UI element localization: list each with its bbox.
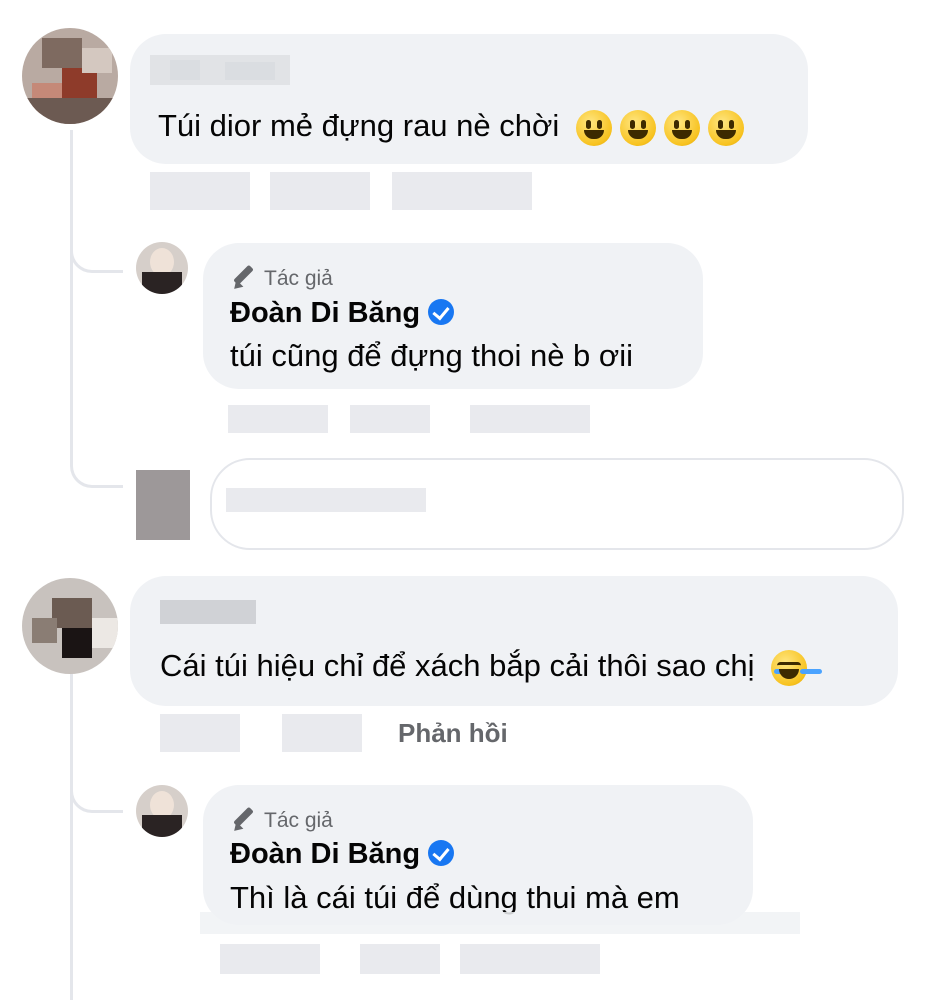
thread-line — [70, 640, 73, 1000]
commenter-avatar[interactable] — [22, 578, 118, 674]
thread-connector — [70, 775, 123, 813]
thread-connector — [70, 232, 123, 273]
reply-input-placeholder-blurred — [226, 488, 426, 512]
author-avatar[interactable] — [136, 242, 188, 294]
reply-button[interactable]: Phản hồi — [398, 718, 508, 749]
reply-action-blurred[interactable] — [360, 944, 440, 974]
reply-action-blurred[interactable] — [470, 405, 590, 433]
reply-input-avatar-blurred — [136, 470, 190, 540]
pen-icon — [230, 264, 256, 290]
author-badge: Tác giả — [230, 264, 333, 291]
author-badge-label: Tác giả — [264, 809, 333, 832]
reply-action-blurred[interactable] — [460, 944, 600, 974]
commenter-name-blurred[interactable] — [160, 600, 256, 624]
thread-connector — [70, 440, 123, 488]
author-badge-label: Tác giả — [264, 267, 333, 290]
reply-action-blurred[interactable] — [228, 405, 328, 433]
smiley-icon — [707, 109, 744, 146]
reply-action-blurred[interactable] — [220, 944, 320, 974]
author-badge: Tác giả — [230, 806, 333, 833]
comment-text: Cái túi hiệu chỉ để xách bắp cải thôi sa… — [160, 648, 808, 686]
reply-author-name[interactable]: Đoàn Di Băng — [230, 838, 455, 871]
comment-action-blurred[interactable] — [282, 714, 362, 752]
reply-action-blurred[interactable] — [350, 405, 430, 433]
comment-text-content: Túi dior mẻ đựng rau nè chời — [158, 108, 560, 143]
smiley-icon — [663, 109, 700, 146]
reply-author-name-text: Đoàn Di Băng — [230, 297, 421, 329]
thread-line — [70, 130, 73, 460]
smiley-icon — [619, 109, 656, 146]
reply-text: túi cũng để đựng thoi nè b ơii — [230, 338, 634, 373]
comment-action-blurred[interactable] — [270, 172, 370, 210]
commenter-name-blurred — [225, 62, 275, 80]
author-avatar[interactable] — [136, 785, 188, 837]
reply-author-name[interactable]: Đoàn Di Băng — [230, 297, 455, 330]
comment-action-blurred[interactable] — [160, 714, 240, 752]
comment-text-content: Cái túi hiệu chỉ để xách bắp cải thôi sa… — [160, 648, 755, 683]
commenter-avatar[interactable] — [22, 28, 118, 124]
verified-badge-icon — [428, 299, 455, 325]
comment-action-blurred[interactable] — [150, 172, 250, 210]
commenter-name-blurred — [170, 60, 200, 80]
smiley-icon — [575, 109, 612, 146]
comment-text: Túi dior mẻ đựng rau nè chời — [158, 108, 744, 146]
blurred-overlay — [200, 912, 800, 934]
comment-action-blurred[interactable] — [392, 172, 532, 210]
reply-author-name-text: Đoàn Di Băng — [230, 838, 421, 870]
reply-text: Thì là cái túi để dùng thui mà em — [230, 880, 680, 915]
verified-badge-icon — [428, 840, 455, 866]
pen-icon — [230, 806, 256, 832]
comment-bubble — [130, 576, 898, 706]
laughing-tears-icon — [771, 649, 808, 686]
